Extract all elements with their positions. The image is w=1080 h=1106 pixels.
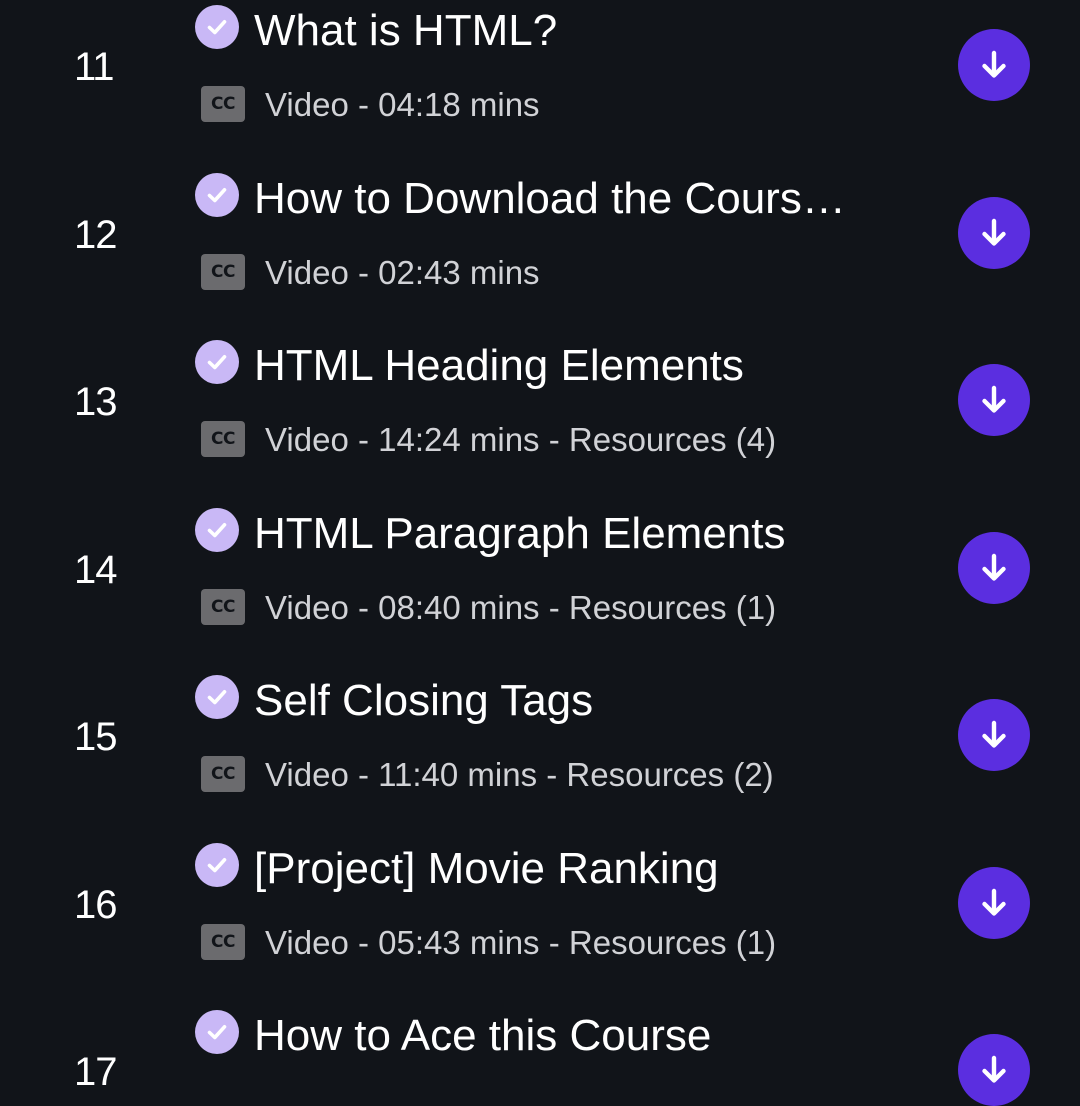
- lecture-row-16[interactable]: 16 [Project] Movie Ranking CC Video - 05…: [0, 736, 1080, 961]
- lecture-title[interactable]: HTML Paragraph Elements: [254, 509, 914, 559]
- lecture-title[interactable]: What is HTML?: [254, 6, 914, 56]
- arrow-down-icon: [982, 1055, 1006, 1083]
- lecture-list: 11 What is HTML? CC Video - 04:18 mins 1…: [0, 0, 1080, 1106]
- lecture-row-14[interactable]: 14 HTML Paragraph Elements CC Video - 08…: [0, 401, 1080, 626]
- completed-check-icon: [195, 1010, 239, 1054]
- lecture-title[interactable]: HTML Heading Elements: [254, 341, 914, 391]
- lecture-row-13[interactable]: 13 HTML Heading Elements CC Video - 14:2…: [0, 233, 1080, 458]
- lecture-title[interactable]: [Project] Movie Ranking: [254, 844, 914, 894]
- lecture-row-17[interactable]: 17 How to Ace this Course CC: [0, 903, 1080, 1106]
- lecture-title[interactable]: How to Ace this Course: [254, 1011, 914, 1061]
- lecture-row-12[interactable]: 12 How to Download the Cours… CC Video -…: [0, 66, 1080, 291]
- lecture-row-15[interactable]: 15 Self Closing Tags CC Video - 11:40 mi…: [0, 568, 1080, 793]
- completed-check-icon: [195, 172, 239, 217]
- lecture-row-11[interactable]: 11 What is HTML? CC Video - 04:18 mins: [0, 0, 1080, 123]
- completed-check-icon: [195, 842, 239, 887]
- lecture-title[interactable]: Self Closing Tags: [254, 676, 914, 726]
- download-button[interactable]: [958, 1034, 1030, 1106]
- lecture-number: 17: [74, 1050, 117, 1094]
- completed-check-icon: [195, 5, 239, 49]
- completed-check-icon: [195, 675, 239, 719]
- lecture-title[interactable]: How to Download the Cours…: [254, 174, 914, 224]
- completed-check-icon: [195, 507, 239, 552]
- completed-check-icon: [195, 340, 239, 384]
